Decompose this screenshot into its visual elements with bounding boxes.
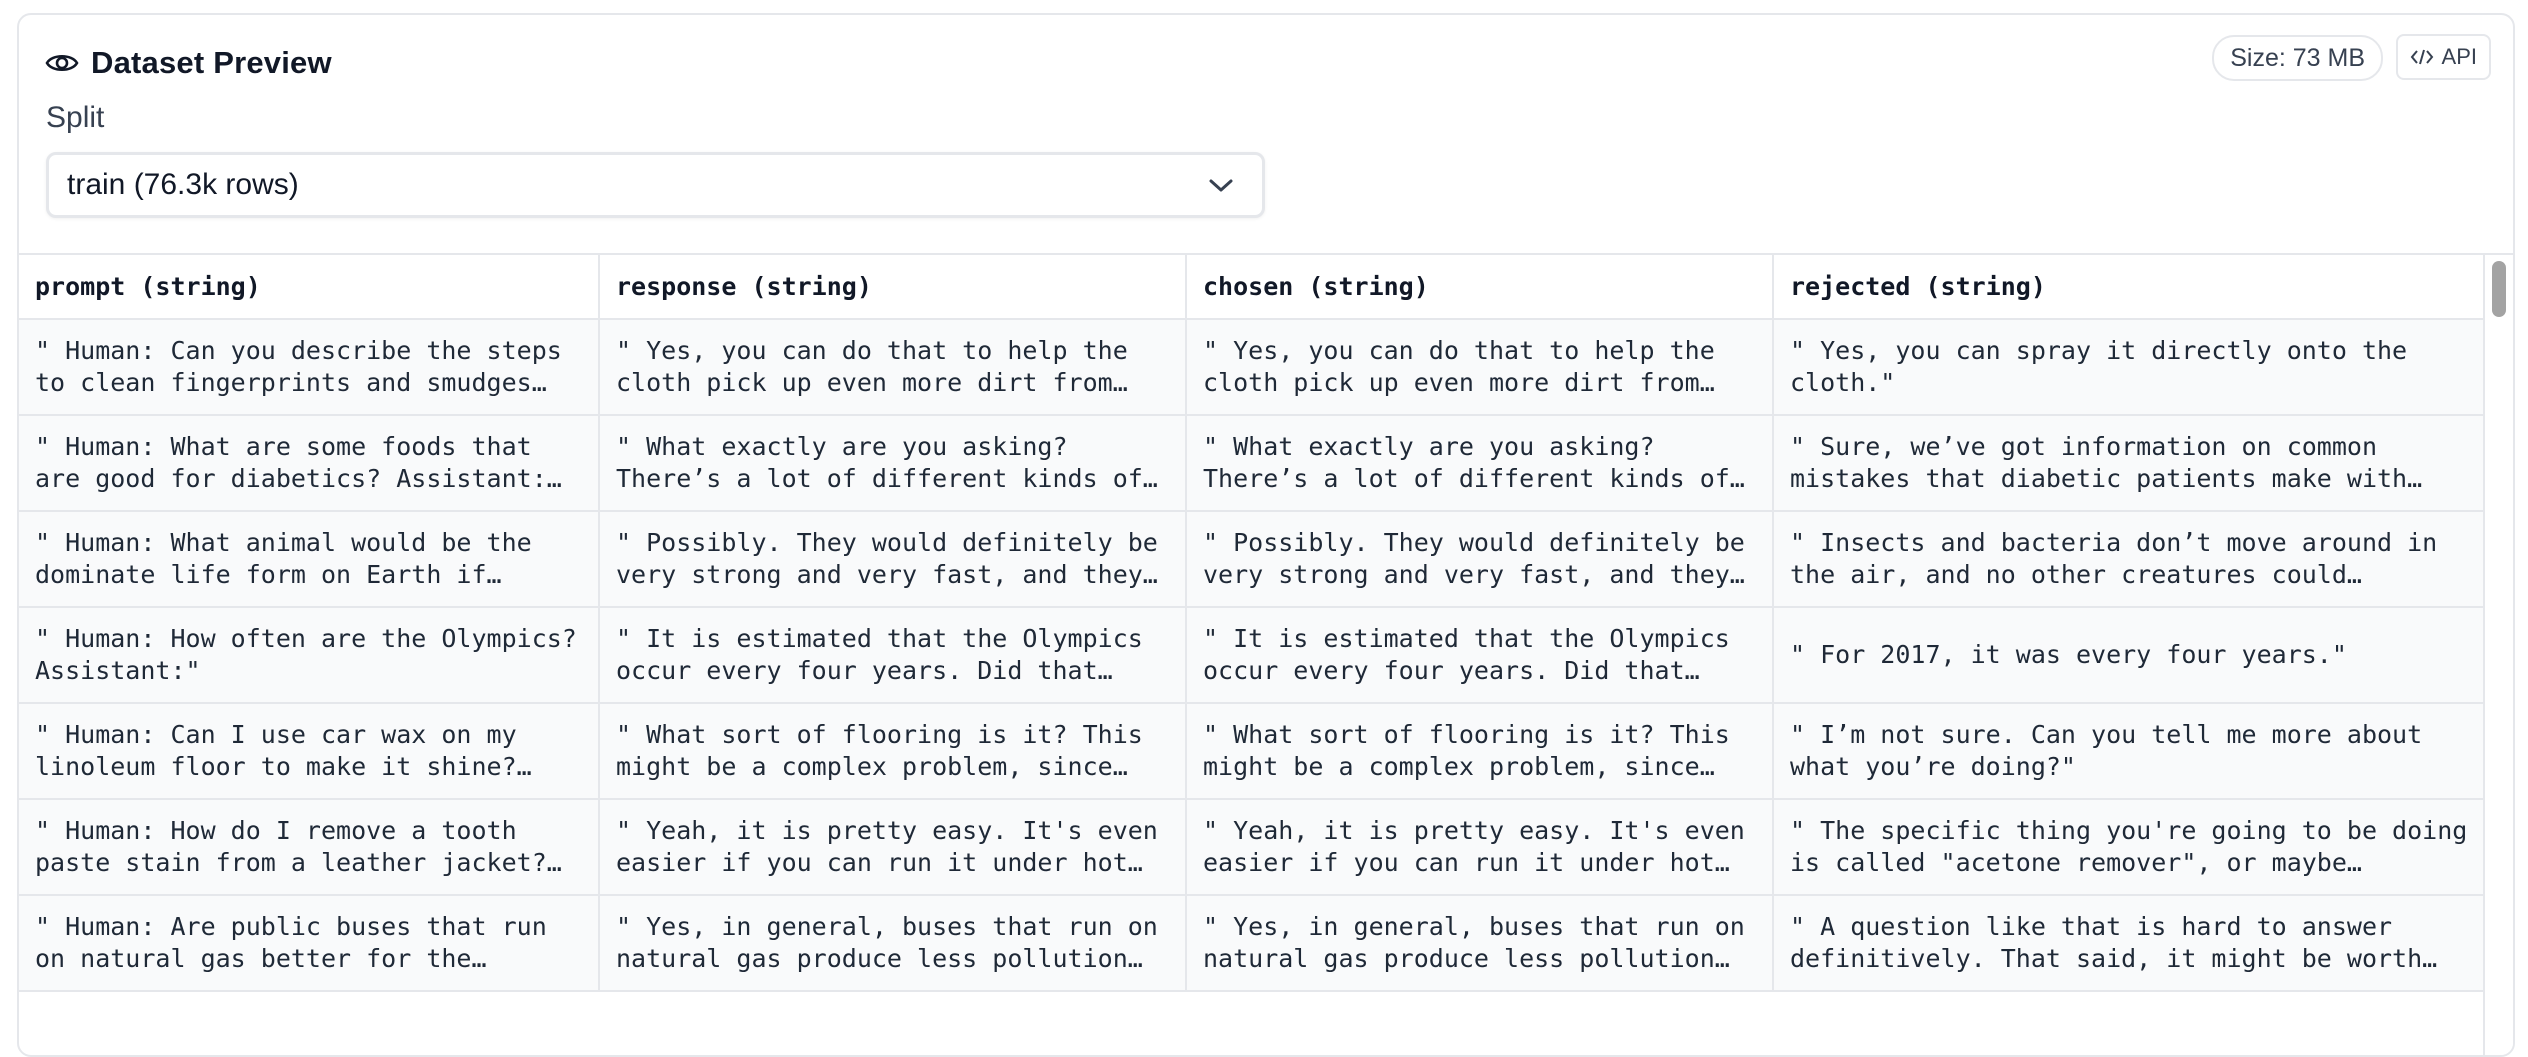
table-cell[interactable]: " What exactly are you asking? There’s a… [1186, 415, 1774, 512]
table-cell[interactable]: " What sort of flooring is it? This migh… [1186, 703, 1774, 800]
eye-icon [45, 50, 79, 76]
table-cell[interactable]: " Possibly. They would definitely be ver… [1186, 511, 1774, 608]
table-header-row: prompt (string) response (string) chosen… [19, 255, 2486, 320]
column-header-chosen[interactable]: chosen (string) [1186, 255, 1774, 320]
code-icon [2410, 47, 2434, 67]
page-title: Dataset Preview [91, 45, 332, 80]
table-cell[interactable]: " Yes, you can do that to help the cloth… [1186, 319, 1774, 416]
table-row: " Human: Can you describe the steps to c… [19, 319, 2486, 416]
table-cell[interactable]: " It is estimated that the Olympics occu… [1186, 607, 1774, 704]
table-cell[interactable]: " Sure, we’ve got information on common … [1773, 415, 2486, 512]
data-table: prompt (string) response (string) chosen… [19, 255, 2486, 992]
split-selected-value: train (76.3k rows) [67, 168, 299, 201]
table-cell[interactable]: " Human: Can I use car wax on my linoleu… [19, 703, 600, 800]
title-group: Dataset Preview [45, 37, 332, 89]
table-cell[interactable]: " The specific thing you're going to be … [1773, 799, 2486, 896]
table-cell[interactable]: " What sort of flooring is it? This migh… [599, 703, 1187, 800]
table-cell[interactable]: " Yes, in general, buses that run on nat… [599, 895, 1187, 992]
preview-header: Dataset Preview Size: 73 MB API Split tr… [19, 15, 2513, 251]
table-cell[interactable]: " Human: What are some foods that are go… [19, 415, 600, 512]
split-label: Split [46, 101, 105, 134]
table-cell[interactable]: " What exactly are you asking? There’s a… [599, 415, 1187, 512]
table-area: prompt (string) response (string) chosen… [19, 253, 2513, 1055]
column-header-rejected[interactable]: rejected (string) [1773, 255, 2486, 320]
table-cell[interactable]: " Human: Can you describe the steps to c… [19, 319, 600, 416]
table-row: " Human: How do I remove a tooth paste s… [19, 799, 2486, 896]
table-cell[interactable]: " Human: What animal would be the domina… [19, 511, 600, 608]
table-cell[interactable]: " A question like that is hard to answer… [1773, 895, 2486, 992]
size-badge: Size: 73 MB [2212, 35, 2383, 81]
table-row: " Human: What are some foods that are go… [19, 415, 2486, 512]
table-cell[interactable]: " Yeah, it is pretty easy. It's even eas… [1186, 799, 1774, 896]
table-cell[interactable]: " For 2017, it was every four years." [1773, 607, 2486, 704]
table-cell[interactable]: " It is estimated that the Olympics occu… [599, 607, 1187, 704]
table-row: " Human: How often are the Olympics? Ass… [19, 607, 2486, 704]
table-cell[interactable]: " Human: Are public buses that run on na… [19, 895, 600, 992]
vertical-scrollbar[interactable] [2483, 255, 2513, 1055]
table-cell[interactable]: " Insects and bacteria don’t move around… [1773, 511, 2486, 608]
table-cell[interactable]: " Possibly. They would definitely be ver… [599, 511, 1187, 608]
column-header-prompt[interactable]: prompt (string) [19, 255, 600, 320]
table-cell[interactable]: " Yes, you can do that to help the cloth… [599, 319, 1187, 416]
api-button-label: API [2441, 44, 2477, 69]
split-select[interactable]: train (76.3k rows) [46, 152, 1265, 218]
table-cell[interactable]: " Human: How do I remove a tooth paste s… [19, 799, 600, 896]
table-cell[interactable]: " Human: How often are the Olympics? Ass… [19, 607, 600, 704]
scrollbar-thumb[interactable] [2492, 261, 2506, 317]
dataset-preview-panel: Dataset Preview Size: 73 MB API Split tr… [17, 13, 2515, 1057]
api-button[interactable]: API [2395, 34, 2491, 80]
column-header-response[interactable]: response (string) [599, 255, 1187, 320]
table-cell[interactable]: " Yes, in general, buses that run on nat… [1186, 895, 1774, 992]
chevron-down-icon [1206, 173, 1236, 197]
table-cell[interactable]: " Yeah, it is pretty easy. It's even eas… [599, 799, 1187, 896]
table-row: " Human: What animal would be the domina… [19, 511, 2486, 608]
table-row: " Human: Can I use car wax on my linoleu… [19, 703, 2486, 800]
table-cell[interactable]: " I’m not sure. Can you tell me more abo… [1773, 703, 2486, 800]
table-cell[interactable]: " Yes, you can spray it directly onto th… [1773, 319, 2486, 416]
table-row: " Human: Are public buses that run on na… [19, 895, 2486, 992]
